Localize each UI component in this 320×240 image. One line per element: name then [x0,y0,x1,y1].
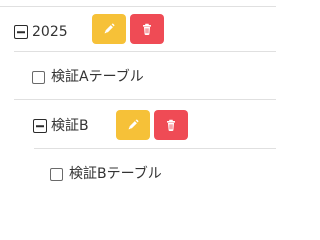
trash-icon [143,23,151,35]
tree-node-table-a[interactable]: 検証Aテーブル [32,69,144,85]
delete-folder-b-button[interactable] [154,110,188,140]
divider-after-table-a [14,99,276,100]
tree-node-table-b[interactable]: 検証Bテーブル [50,166,162,182]
collapse-icon[interactable] [33,119,47,133]
tree-node-table-b-label: 検証Bテーブル [69,166,162,182]
edit-folder-b-button[interactable] [116,110,150,140]
trash-icon [167,119,175,131]
tree-node-folder-b[interactable]: 検証B [33,118,89,134]
pencil-icon [128,119,139,130]
table-a-checkbox[interactable] [32,70,45,84]
pencil-icon [104,23,115,34]
tree-node-table-a-label: 検証Aテーブル [51,69,144,85]
divider-after-folder-b [34,148,276,149]
delete-2025-button[interactable] [130,14,164,44]
divider-after-2025 [14,51,276,52]
tree-node-folder-b-label: 検証B [51,118,89,134]
tree-node-2025-label: 2025 [32,24,68,40]
collapse-icon[interactable] [14,25,28,39]
divider-top [0,6,276,7]
tree-node-2025[interactable]: 2025 [14,24,68,40]
edit-2025-button[interactable] [92,14,126,44]
table-b-checkbox[interactable] [50,167,63,181]
